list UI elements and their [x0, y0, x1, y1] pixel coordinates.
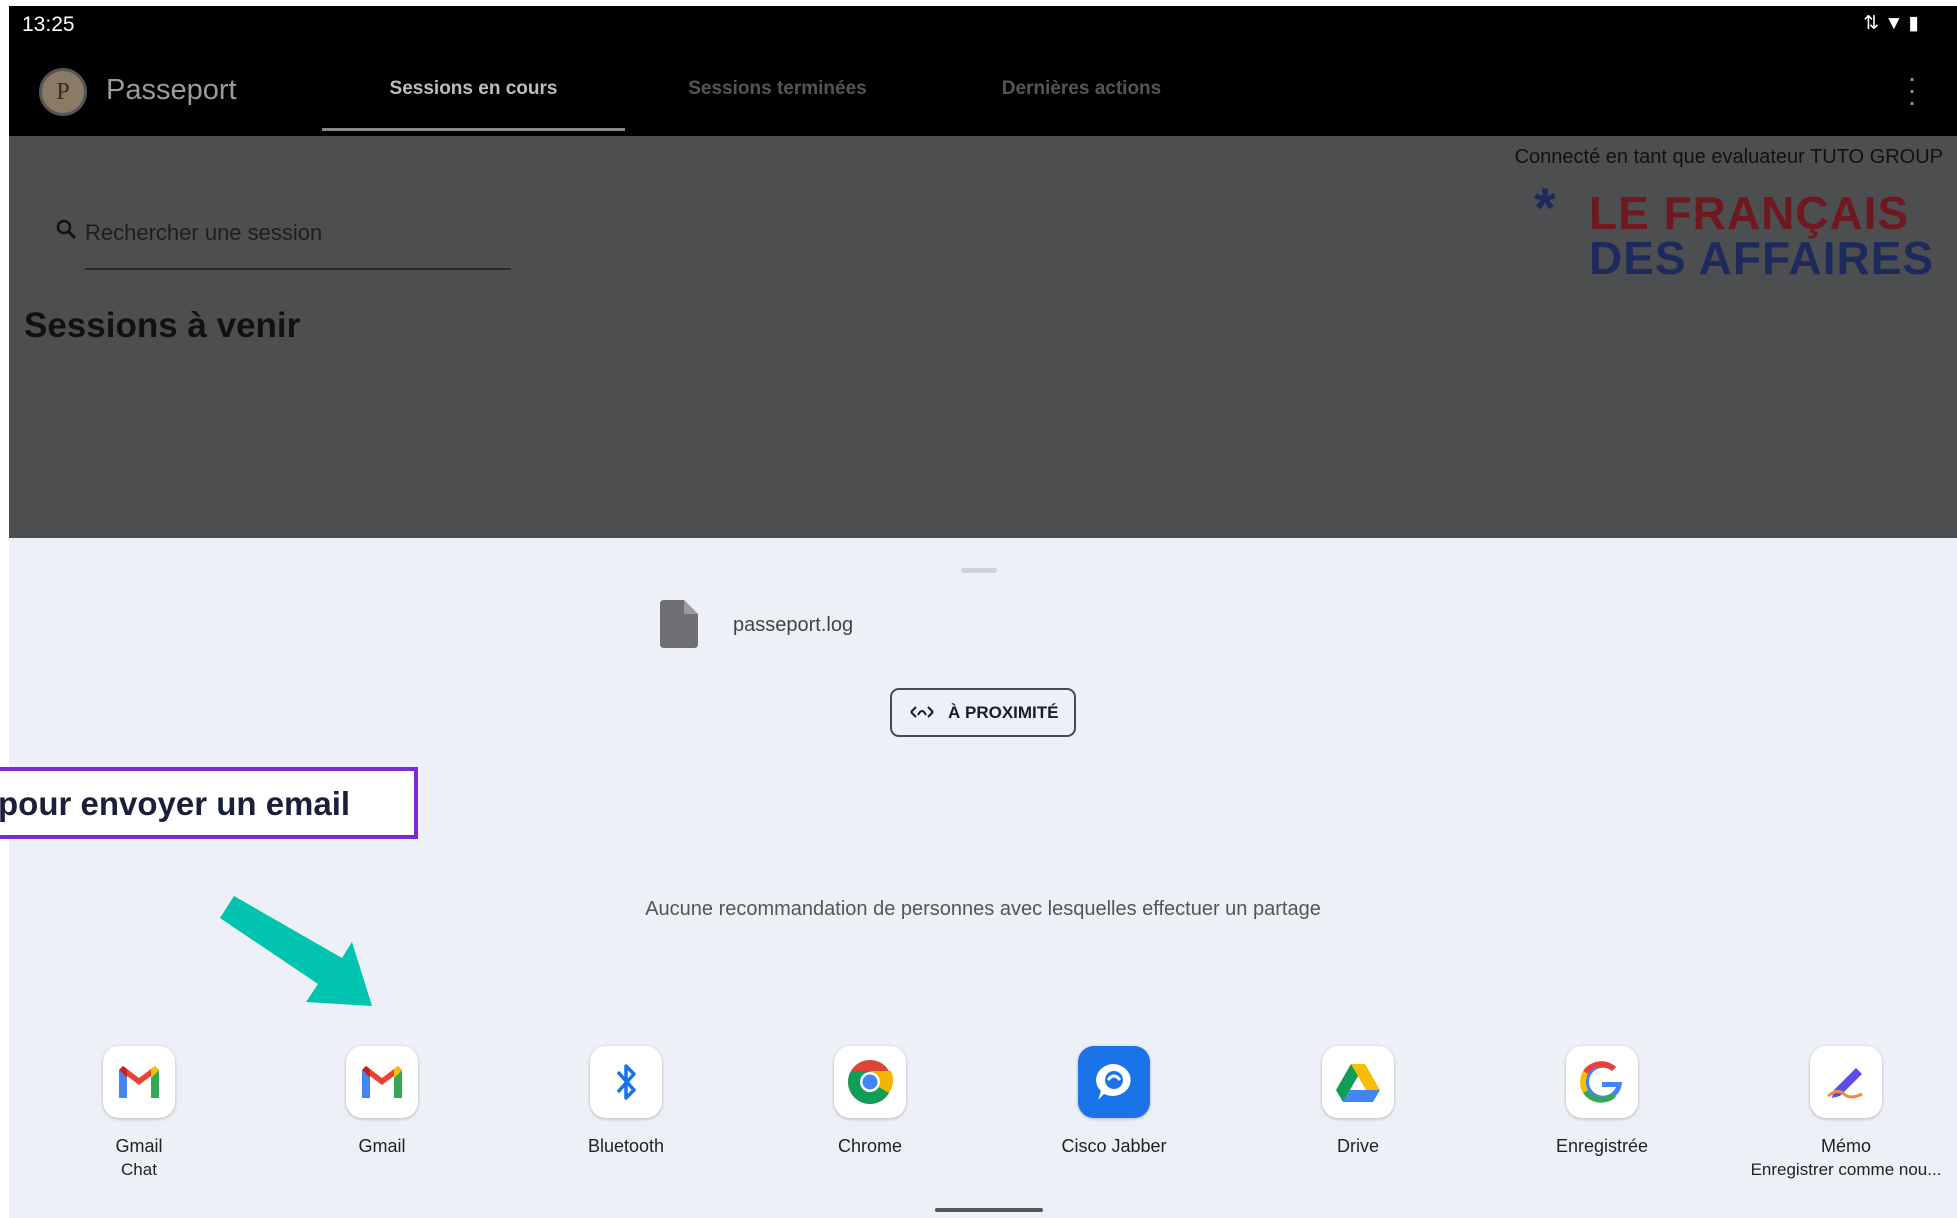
app-title: Passeport [106, 74, 237, 106]
tab-sessions-en-cours[interactable]: Sessions en cours [322, 78, 625, 100]
app-label: Cisco Jabber [1061, 1136, 1167, 1156]
bluetooth-icon [590, 1046, 662, 1118]
tab-dernieres-actions[interactable]: Dernières actions [930, 78, 1233, 100]
app-label: Mémo [1820, 1136, 1871, 1156]
app-label: Drive [1336, 1136, 1379, 1156]
connected-user-label: Connecté en tant que evaluateur TUTO GRO… [1514, 146, 1943, 168]
app-label: Chrome [837, 1136, 903, 1156]
search-input[interactable]: Rechercher une session [85, 220, 322, 246]
annotation-callout-text: pour envoyer un email [0, 785, 351, 822]
app-sublabel: Chat [121, 1160, 157, 1179]
tab-indicator [322, 128, 625, 131]
share-target-memo[interactable]: Mémo Enregistrer comme nou... [1726, 1046, 1957, 1182]
app-bar: P Passeport Sessions en cours Sessions t… [9, 44, 1957, 136]
status-bar: 13:25 ⇅ ▼ ▮ [9, 6, 1957, 44]
gmail-icon [103, 1046, 175, 1118]
share-sheet: passeport.log À PROXIMITÉ Aucune recomma… [9, 538, 1957, 1218]
app-label: Bluetooth [587, 1136, 665, 1156]
file-name: passeport.log [733, 614, 854, 636]
app-label: Gmail [358, 1136, 406, 1156]
share-target-enregistree[interactable]: Enregistrée [1482, 1046, 1722, 1158]
annotation-arrow-icon [220, 896, 372, 1006]
nearby-share-label: À PROXIMITÉ [948, 703, 1059, 722]
share-target-gmail[interactable]: Gmail [262, 1046, 502, 1158]
section-title: Sessions à venir [24, 306, 301, 345]
share-target-bluetooth[interactable]: Bluetooth [506, 1046, 746, 1158]
cisco-jabber-icon [1078, 1046, 1150, 1118]
drive-icon [1322, 1046, 1394, 1118]
memo-icon [1810, 1046, 1882, 1118]
nearby-share-button[interactable]: À PROXIMITÉ [890, 688, 1076, 737]
annotation-callout: pour envoyer un email [0, 767, 418, 839]
share-target-drive[interactable]: Drive [1238, 1046, 1478, 1158]
brand-line2: DES AFFAIRES [1589, 232, 1935, 284]
google-icon [1566, 1046, 1638, 1118]
search-icon [56, 219, 76, 239]
brand-star-icon: * [1534, 176, 1556, 239]
share-target-gmail-chat[interactable]: Gmail Chat [19, 1046, 259, 1182]
app-label: Enregistrée [1555, 1136, 1649, 1156]
chrome-icon [834, 1046, 906, 1118]
gmail-icon [346, 1046, 418, 1118]
drag-handle[interactable] [961, 568, 997, 573]
gesture-nav-handle[interactable] [935, 1208, 1043, 1212]
file-icon [660, 600, 698, 648]
more-vert-icon[interactable]: · · · [1907, 64, 1917, 116]
tablet-screen: 13:25 ⇅ ▼ ▮ P Passeport Sessions en cour… [9, 6, 1957, 1218]
status-icons: ⇅ ▼ ▮ [1863, 13, 1919, 34]
app-logo: P [39, 68, 87, 116]
status-time: 13:25 [22, 13, 75, 36]
search-underline [85, 268, 511, 270]
app-sublabel: Enregistrer comme nou... [1750, 1160, 1942, 1179]
nearby-share-icon [910, 706, 934, 718]
tab-sessions-terminees[interactable]: Sessions terminées [626, 78, 929, 100]
app-label: Gmail [115, 1136, 163, 1156]
share-target-cisco-jabber[interactable]: Cisco Jabber [994, 1046, 1234, 1158]
share-target-chrome[interactable]: Chrome [750, 1046, 990, 1158]
